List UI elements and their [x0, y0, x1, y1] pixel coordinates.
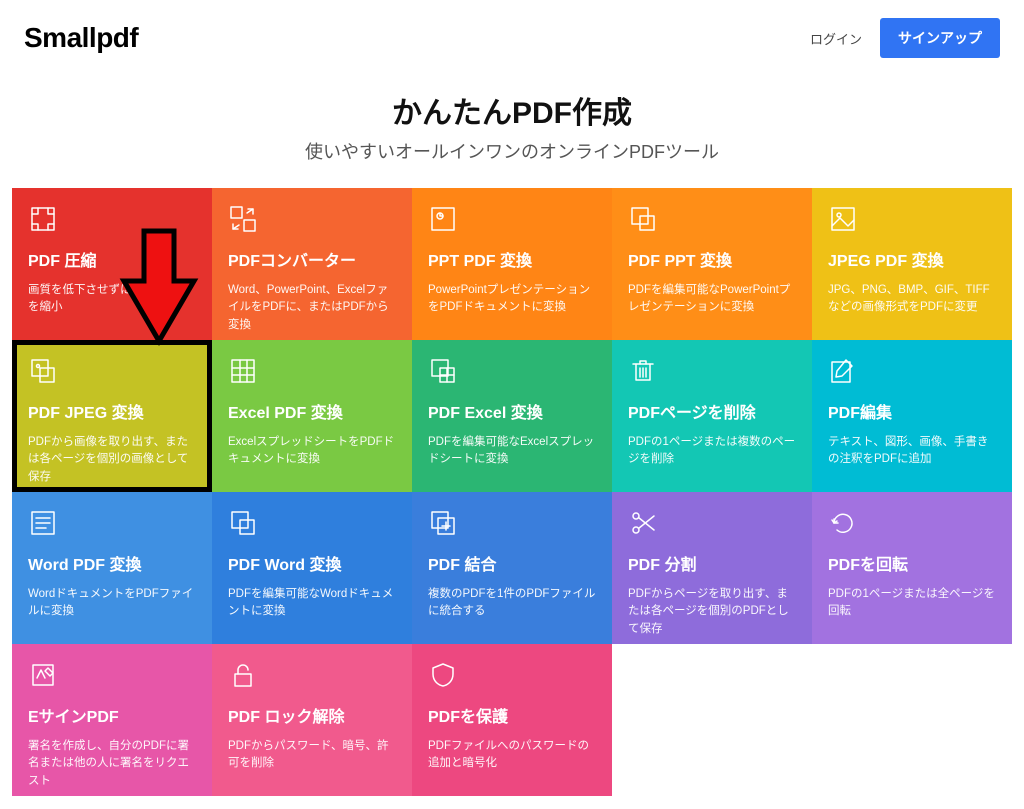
word-out-icon: [228, 508, 258, 538]
login-link[interactable]: ログイン: [810, 29, 862, 48]
tool-title: Excel PDF 変換: [228, 404, 396, 424]
excel-icon: [228, 356, 258, 386]
tool-desc: PDFを編集可能なWordドキュメントに変換: [228, 586, 396, 621]
tool-desc: PowerPointプレゼンテーションをPDFドキュメントに変換: [428, 282, 596, 317]
trash-icon: [628, 356, 658, 386]
tool-desc: PDFを編集可能なPowerPointプレゼンテーションに変換: [628, 282, 796, 317]
tool-edit-pdf[interactable]: PDF編集 テキスト、図形、画像、手書きの注釈をPDFに追加: [812, 340, 1012, 492]
tool-title: PDF 分割: [628, 556, 796, 576]
word-icon: [28, 508, 58, 538]
edit-icon: [828, 356, 858, 386]
tool-title: PDF Word 変換: [228, 556, 396, 576]
tool-desc: PDFを編集可能なExcelスプレッドシートに変換: [428, 434, 596, 469]
tool-desc: 複数のPDFを1件のPDFファイルに統合する: [428, 586, 596, 621]
tool-title: JPEG PDF 変換: [828, 252, 996, 272]
tool-pdf-to-excel[interactable]: PDF Excel 変換 PDFを編集可能なExcelスプレッドシートに変換: [412, 340, 612, 492]
tool-title: EサインPDF: [28, 708, 196, 728]
header-actions: ログイン サインアップ: [810, 18, 1000, 58]
tool-rotate-pdf[interactable]: PDFを回転 PDFの1ページまたは全ページを回転: [812, 492, 1012, 644]
sign-icon: [28, 660, 58, 690]
shield-icon: [428, 660, 458, 690]
hero-title: かんたんPDF作成: [0, 88, 1024, 132]
tool-title: PDF JPEG 変換: [28, 404, 196, 424]
tool-pdf-to-jpg[interactable]: PDF JPEG 変換 PDFから画像を取り出す、または各ページを個別の画像とし…: [12, 340, 212, 492]
tool-pdf-to-ppt[interactable]: PDF PPT 変換 PDFを編集可能なPowerPointプレゼンテーションに…: [612, 188, 812, 340]
tool-desc: テキスト、図形、画像、手書きの注釈をPDFに追加: [828, 434, 996, 469]
hero-subtitle: 使いやすいオールインワンのオンラインPDFツール: [0, 138, 1024, 164]
tool-title: PDF 結合: [428, 556, 596, 576]
tool-title: PDF 圧縮: [28, 252, 196, 272]
excel-out-icon: [428, 356, 458, 386]
ppt-out-icon: [628, 204, 658, 234]
convert-icon: [228, 204, 258, 234]
logo[interactable]: Smallpdf: [24, 22, 138, 54]
merge-icon: [428, 508, 458, 538]
tool-title: PDF編集: [828, 404, 996, 424]
tool-desc: Word、PowerPoint、ExcelファイルをPDFに、またはPDFから変…: [228, 282, 396, 334]
tool-title: PDF ロック解除: [228, 708, 396, 728]
tool-delete-pages[interactable]: PDFページを削除 PDFの1ページまたは複数のページを削除: [612, 340, 812, 492]
tool-pdf-to-word[interactable]: PDF Word 変換 PDFを編集可能なWordドキュメントに変換: [212, 492, 412, 644]
unlock-icon: [228, 660, 258, 690]
tool-title: PDF PPT 変換: [628, 252, 796, 272]
image-icon: [828, 204, 858, 234]
tool-desc: JPG、PNG、BMP、GIF、TIFFなどの画像形式をPDFに変更: [828, 282, 996, 317]
hero-section: かんたんPDF作成 使いやすいオールインワンのオンラインPDFツール: [0, 88, 1024, 164]
signup-button[interactable]: サインアップ: [880, 18, 1000, 58]
tool-desc: PDFからパスワード、暗号、許可を削除: [228, 738, 396, 773]
tool-esign-pdf[interactable]: EサインPDF 署名を作成し、自分のPDFに署名または他の人に署名をリクエスト: [12, 644, 212, 796]
tool-title: PDFを回転: [828, 556, 996, 576]
ppt-icon: [428, 204, 458, 234]
tool-compress[interactable]: PDF 圧縮 画質を低下させずにPDFサイズを縮小: [12, 188, 212, 340]
rotate-icon: [828, 508, 858, 538]
tool-desc: WordドキュメントをPDFファイルに変換: [28, 586, 196, 621]
tool-jpg-to-pdf[interactable]: JPEG PDF 変換 JPG、PNG、BMP、GIF、TIFFなどの画像形式を…: [812, 188, 1012, 340]
tool-desc: 署名を作成し、自分のPDFに署名または他の人に署名をリクエスト: [28, 738, 196, 790]
tool-word-to-pdf[interactable]: Word PDF 変換 WordドキュメントをPDFファイルに変換: [12, 492, 212, 644]
tool-title: PDFを保護: [428, 708, 596, 728]
tools-grid: PDF 圧縮 画質を低下させずにPDFサイズを縮小 PDFコンバーター Word…: [12, 188, 1012, 796]
tool-desc: PDFからページを取り出す、または各ページを個別のPDFとして保存: [628, 586, 796, 638]
tool-desc: PDFの1ページまたは複数のページを削除: [628, 434, 796, 469]
tool-desc: 画質を低下させずにPDFサイズを縮小: [28, 282, 196, 317]
tool-title: PDFページを削除: [628, 404, 796, 424]
tool-ppt-to-pdf[interactable]: PPT PDF 変換 PowerPointプレゼンテーションをPDFドキュメント…: [412, 188, 612, 340]
image-out-icon: [28, 356, 58, 386]
app-header: Smallpdf ログイン サインアップ: [0, 0, 1024, 60]
tool-title: PDFコンバーター: [228, 252, 396, 272]
tool-excel-to-pdf[interactable]: Excel PDF 変換 ExcelスプレッドシートをPDFドキュメントに変換: [212, 340, 412, 492]
tool-desc: PDFから画像を取り出す、または各ページを個別の画像として保存: [28, 434, 196, 486]
scissors-icon: [628, 508, 658, 538]
tool-desc: PDFファイルへのパスワードの追加と暗号化: [428, 738, 596, 773]
tool-unlock-pdf[interactable]: PDF ロック解除 PDFからパスワード、暗号、許可を削除: [212, 644, 412, 796]
tool-protect-pdf[interactable]: PDFを保護 PDFファイルへのパスワードの追加と暗号化: [412, 644, 612, 796]
tool-split-pdf[interactable]: PDF 分割 PDFからページを取り出す、または各ページを個別のPDFとして保存: [612, 492, 812, 644]
tool-desc: ExcelスプレッドシートをPDFドキュメントに変換: [228, 434, 396, 469]
tool-desc: PDFの1ページまたは全ページを回転: [828, 586, 996, 621]
compress-icon: [28, 204, 58, 234]
tool-title: PDF Excel 変換: [428, 404, 596, 424]
tool-merge-pdf[interactable]: PDF 結合 複数のPDFを1件のPDFファイルに統合する: [412, 492, 612, 644]
tool-title: Word PDF 変換: [28, 556, 196, 576]
tool-converter[interactable]: PDFコンバーター Word、PowerPoint、ExcelファイルをPDFに…: [212, 188, 412, 340]
tool-title: PPT PDF 変換: [428, 252, 596, 272]
